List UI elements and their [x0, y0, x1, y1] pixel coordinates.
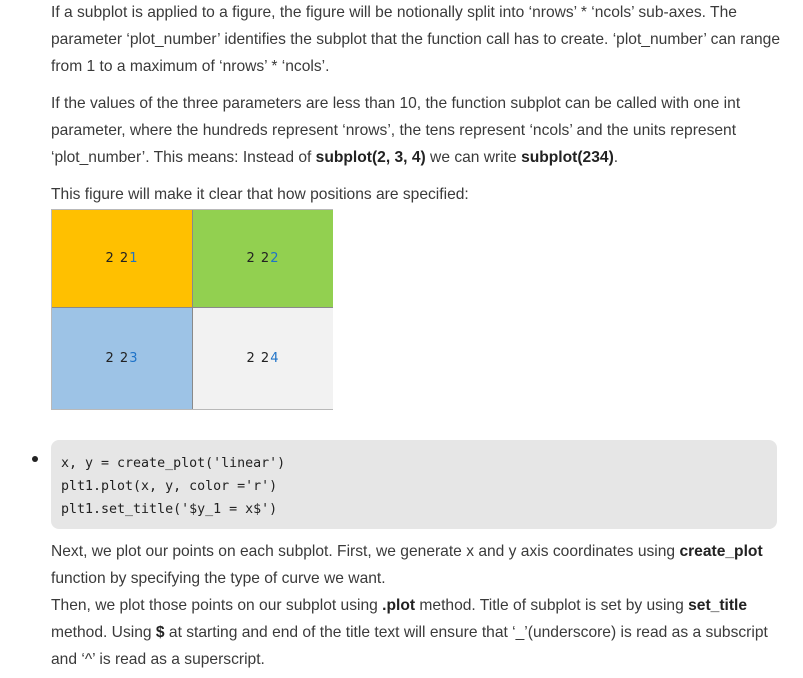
code-text: x, y = create_plot('linear') plt1.plot(x… [61, 452, 285, 521]
plotting-explanation-paragraph: Next, we plot our points on each subplot… [51, 538, 791, 673]
explanation-text: function by specifying the type of curve… [51, 570, 386, 587]
list-bullet-icon [32, 456, 38, 462]
figure-caption-text: This figure will make it clear that how … [51, 186, 469, 203]
cell-number: 1 [129, 251, 139, 266]
code-block: x, y = create_plot('linear') plt1.plot(x… [51, 440, 777, 529]
dollar-sign-term: $ [155, 624, 165, 641]
cell-prefix: 2 2 [105, 351, 130, 366]
cell-number: 4 [270, 351, 280, 366]
grid-cell-224: 2 2 4 [193, 308, 333, 409]
explanation-text: Next, we plot our points on each subplot… [51, 543, 680, 560]
subplot-position-grid: 2 2 1 2 2 2 2 2 3 2 2 4 [51, 209, 333, 410]
set-title-term: set_title [688, 597, 748, 614]
int-param-middle: we can write [425, 149, 522, 166]
code-line: x, y = create_plot('linear') [61, 456, 286, 471]
grid-cell-223: 2 2 3 [52, 308, 193, 409]
int-param-end: . [613, 149, 619, 166]
subplot-intro-text: If a subplot is applied to a figure, the… [51, 4, 781, 75]
cell-prefix: 2 2 [246, 351, 271, 366]
subplot-intro-paragraph: If a subplot is applied to a figure, the… [51, 0, 791, 80]
figure-caption: This figure will make it clear that how … [51, 181, 791, 208]
cell-number: 3 [129, 351, 139, 366]
subplot-int-paragraph: If the values of the three parameters ar… [51, 90, 791, 171]
cell-prefix: 2 2 [246, 251, 271, 266]
create-plot-term: create_plot [679, 543, 763, 560]
explanation-text: method. Using [51, 624, 156, 641]
cell-prefix: 2 2 [105, 251, 130, 266]
explanation-text: Then, we plot those points on our subplo… [51, 597, 383, 614]
code-line: plt1.set_title('$y_1 = x$') [61, 502, 278, 517]
cell-number: 2 [270, 251, 280, 266]
plot-method-term: .plot [382, 597, 416, 614]
subplot-three-args: subplot(2, 3, 4) [315, 149, 426, 166]
grid-cell-221: 2 2 1 [52, 210, 193, 308]
explanation-text: method. Title of subplot is set by using [415, 597, 689, 614]
code-line: plt1.plot(x, y, color ='r') [61, 479, 278, 494]
grid-cell-222: 2 2 2 [193, 210, 333, 308]
subplot-single-arg: subplot(234) [521, 149, 614, 166]
